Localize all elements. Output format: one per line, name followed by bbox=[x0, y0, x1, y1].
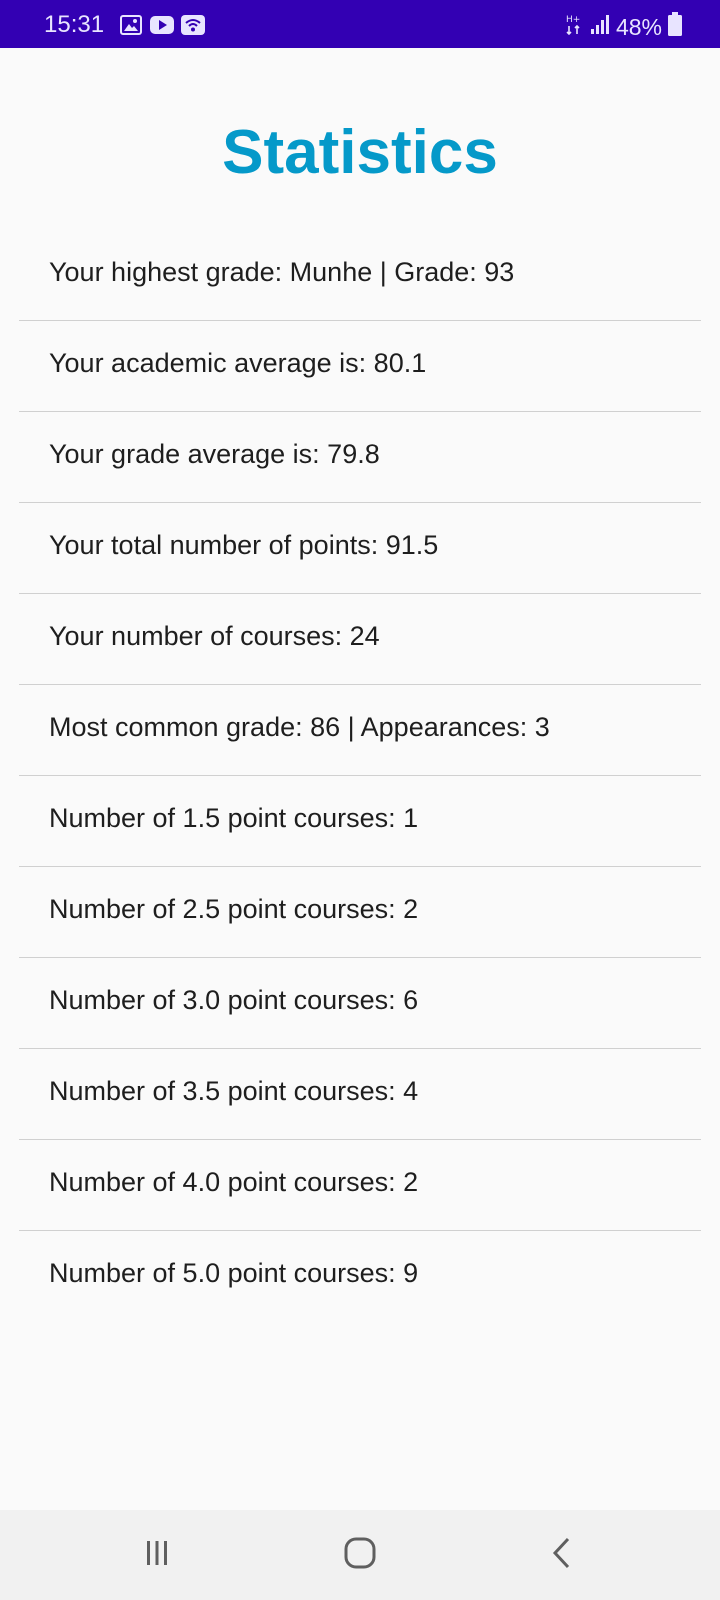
stat-row-highest-grade: Your highest grade: Munhe | Grade: 93 bbox=[19, 230, 701, 321]
stat-row-course-count: Your number of courses: 24 bbox=[19, 594, 701, 685]
status-bar: 15:31 H+ 48% bbox=[0, 0, 720, 48]
stat-text: Number of 2.5 point courses: 2 bbox=[49, 894, 419, 924]
stat-text: Your highest grade: Munhe | Grade: 93 bbox=[49, 257, 515, 287]
stat-text: Number of 4.0 point courses: 2 bbox=[49, 1167, 419, 1197]
stat-text: Your total number of points: 91.5 bbox=[49, 530, 439, 560]
back-button[interactable] bbox=[532, 1530, 592, 1580]
stat-text: Your academic average is: 80.1 bbox=[49, 348, 427, 378]
status-time: 15:31 bbox=[44, 11, 105, 38]
stat-row-most-common-grade: Most common grade: 86 | Appearances: 3 bbox=[19, 685, 701, 776]
stat-text: Most common grade: 86 | Appearances: 3 bbox=[49, 712, 550, 742]
stat-row-4-0-point-courses: Number of 4.0 point courses: 2 bbox=[19, 1140, 701, 1231]
stat-row-2-5-point-courses: Number of 2.5 point courses: 2 bbox=[19, 867, 701, 958]
battery-icon bbox=[668, 12, 682, 41]
stat-text: Your number of courses: 24 bbox=[49, 621, 380, 651]
stat-row-academic-average: Your academic average is: 80.1 bbox=[19, 321, 701, 412]
page-title: Statistics bbox=[222, 118, 498, 187]
battery-percentage: 48% bbox=[615, 13, 662, 40]
stat-row-grade-average: Your grade average is: 79.8 bbox=[19, 412, 701, 503]
recents-icon bbox=[142, 1538, 172, 1573]
gallery-icon bbox=[120, 15, 142, 40]
stat-row-3-0-point-courses: Number of 3.0 point courses: 6 bbox=[19, 958, 701, 1049]
home-button[interactable] bbox=[330, 1530, 390, 1580]
navigation-bar bbox=[0, 1510, 720, 1600]
stats-list: Your highest grade: Munhe | Grade: 93 Yo… bbox=[19, 230, 701, 1322]
stat-text: Number of 5.0 point courses: 9 bbox=[49, 1258, 419, 1288]
data-arrows-icon: H+ bbox=[564, 13, 584, 40]
stat-text: Number of 3.5 point courses: 4 bbox=[49, 1076, 419, 1106]
stat-row-5-0-point-courses: Number of 5.0 point courses: 9 bbox=[19, 1231, 701, 1322]
stat-text: Number of 1.5 point courses: 1 bbox=[49, 803, 419, 833]
wifi-icon bbox=[181, 15, 205, 40]
signal-icon bbox=[590, 13, 610, 40]
svg-text:H+: H+ bbox=[566, 15, 580, 25]
stat-text: Your grade average is: 79.8 bbox=[49, 439, 380, 469]
youtube-icon bbox=[150, 15, 174, 40]
back-icon bbox=[547, 1536, 577, 1575]
stat-row-3-5-point-courses: Number of 3.5 point courses: 4 bbox=[19, 1049, 701, 1140]
stat-text: Number of 3.0 point courses: 6 bbox=[49, 985, 419, 1015]
stat-row-total-points: Your total number of points: 91.5 bbox=[19, 503, 701, 594]
home-icon bbox=[343, 1536, 377, 1575]
recents-button[interactable] bbox=[127, 1530, 187, 1580]
status-right-group: H+ 48% bbox=[564, 12, 682, 41]
stat-row-1-5-point-courses: Number of 1.5 point courses: 1 bbox=[19, 776, 701, 867]
